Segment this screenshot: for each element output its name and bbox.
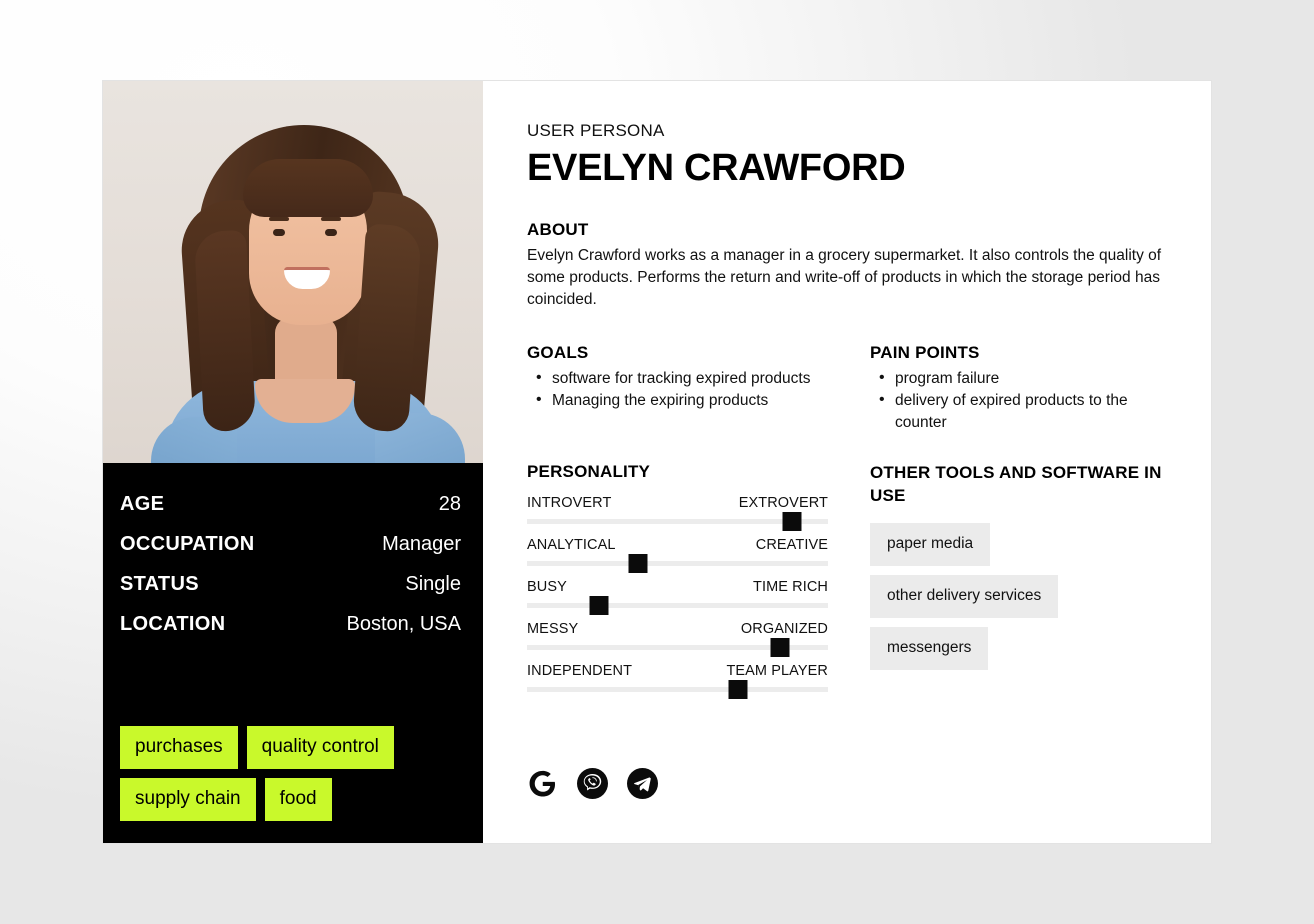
slider-label-right: TIME RICH <box>752 579 828 596</box>
eye-right <box>325 229 337 236</box>
slider-messy-organized[interactable]: MESSY ORGANIZED <box>527 621 828 658</box>
right-column: USER PERSONA EVELYN CRAWFORD ABOUT Evely… <box>483 81 1211 843</box>
telegram-icon[interactable] <box>627 768 658 799</box>
personality-section: PERSONALITY INTROVERT EXTROVERT ANALYTIC… <box>527 462 870 700</box>
info-label-status: STATUS <box>120 573 199 595</box>
tag-quality-control[interactable]: quality control <box>246 726 394 769</box>
pain-points-list: program failure delivery of expired prod… <box>870 367 1167 433</box>
slider-label-left: INTROVERT <box>527 495 612 512</box>
slider-track[interactable] <box>527 680 828 700</box>
eyebrow-left <box>269 217 289 221</box>
slider-labels: MESSY ORGANIZED <box>527 621 828 637</box>
info-value-age: 28 <box>438 493 461 515</box>
slider-thumb[interactable] <box>782 512 802 532</box>
personality-heading: PERSONALITY <box>527 462 651 482</box>
slider-analytical-creative[interactable]: ANALYTICAL CREATIVE <box>527 537 828 574</box>
tag-supply-chain[interactable]: supply chain <box>120 778 256 821</box>
info-label-age: AGE <box>120 493 165 515</box>
slider-labels: ANALYTICAL CREATIVE <box>527 537 828 553</box>
slider-busy-time-rich[interactable]: BUSY TIME RICH <box>527 579 828 616</box>
about-heading: ABOUT <box>527 220 589 239</box>
tag-food[interactable]: food <box>264 778 332 821</box>
tag-purchases[interactable]: purchases <box>120 726 238 769</box>
slider-label-right: CREATIVE <box>755 537 828 554</box>
persona-photo <box>103 81 483 463</box>
slider-label-left: BUSY <box>527 579 567 596</box>
slider-label-right: EXTROVERT <box>738 495 828 512</box>
persona-info-panel: AGE 28 OCCUPATION Manager STATUS Single … <box>103 463 483 843</box>
info-value-occupation: Manager <box>382 533 461 555</box>
slider-track[interactable] <box>527 596 828 616</box>
hair-front-left-shape <box>193 229 257 433</box>
card-eyebrow-label: USER PERSONA <box>527 121 665 140</box>
slider-thumb[interactable] <box>589 596 609 616</box>
eyebrow-right <box>321 217 341 221</box>
slider-thumb[interactable] <box>628 554 648 574</box>
info-label-location: LOCATION <box>120 613 226 635</box>
info-row-location: LOCATION Boston, USA <box>120 609 461 639</box>
slider-introvert-extrovert[interactable]: INTROVERT EXTROVERT <box>527 495 828 532</box>
slider-labels: BUSY TIME RICH <box>527 579 828 595</box>
goals-list: software for tracking expired products M… <box>527 367 870 412</box>
left-column: AGE 28 OCCUPATION Manager STATUS Single … <box>103 81 483 843</box>
social-icon-row <box>527 768 658 799</box>
slider-label-left: MESSY <box>527 621 579 638</box>
tools-chip-list: paper media other delivery services mess… <box>870 523 1167 679</box>
about-section: ABOUT Evelyn Crawford works as a manager… <box>527 220 1167 311</box>
list-item: Managing the expiring products <box>527 389 870 411</box>
user-persona-card: AGE 28 OCCUPATION Manager STATUS Single … <box>102 80 1212 844</box>
slider-thumb[interactable] <box>770 638 790 658</box>
slider-track[interactable] <box>527 512 828 532</box>
info-value-status: Single <box>405 573 461 595</box>
slider-independent-team-player[interactable]: INDEPENDENT TEAM PLAYER <box>527 663 828 700</box>
slider-label-left: ANALYTICAL <box>527 537 616 554</box>
fringe-shape <box>243 159 373 217</box>
tool-row: messengers <box>870 627 1167 679</box>
goals-section: GOALS software for tracking expired prod… <box>527 343 870 434</box>
slider-track[interactable] <box>527 554 828 574</box>
info-row-age: AGE 28 <box>120 489 461 519</box>
tool-chip-paper-media[interactable]: paper media <box>870 523 991 567</box>
info-value-location: Boston, USA <box>346 613 461 635</box>
slider-label-left: INDEPENDENT <box>527 663 633 680</box>
pain-points-section: PAIN POINTS program failure delivery of … <box>870 343 1167 434</box>
google-icon[interactable] <box>527 768 558 799</box>
goals-heading: GOALS <box>527 343 589 362</box>
tool-row: other delivery services <box>870 575 1167 627</box>
personality-tools-row: PERSONALITY INTROVERT EXTROVERT ANALYTIC… <box>527 462 1167 799</box>
goals-pains-row: GOALS software for tracking expired prod… <box>527 343 1167 434</box>
pain-points-heading: PAIN POINTS <box>870 343 980 362</box>
page-title: EVELYN CRAWFORD <box>527 147 906 189</box>
info-row-occupation: OCCUPATION Manager <box>120 529 461 559</box>
tools-section: OTHER TOOLS AND SOFTWARE IN USE paper me… <box>529 462 1167 799</box>
info-label-occupation: OCCUPATION <box>120 533 255 555</box>
viber-icon[interactable] <box>577 768 608 799</box>
slider-thumb[interactable] <box>728 680 748 700</box>
slider-labels: INDEPENDENT TEAM PLAYER <box>527 663 828 679</box>
tools-heading: OTHER TOOLS AND SOFTWARE IN USE <box>870 463 1162 505</box>
tool-row: paper media <box>870 523 1167 575</box>
slider-label-right: TEAM PLAYER <box>726 663 828 680</box>
about-body-text: Evelyn Crawford works as a manager in a … <box>527 247 1162 308</box>
slider-labels: INTROVERT EXTROVERT <box>527 495 828 511</box>
list-item: delivery of expired products to the coun… <box>870 389 1167 433</box>
keyword-tag-list: purchases quality control supply chain f… <box>120 726 465 821</box>
tool-chip-messengers[interactable]: messengers <box>870 627 989 671</box>
slider-track[interactable] <box>527 638 828 658</box>
slider-label-right: ORGANIZED <box>740 621 828 638</box>
tool-chip-other-delivery-services[interactable]: other delivery services <box>870 575 1059 619</box>
info-row-status: STATUS Single <box>120 569 461 599</box>
list-item: program failure <box>870 367 1167 389</box>
eye-left <box>273 229 285 236</box>
list-item: software for tracking expired products <box>527 367 870 389</box>
